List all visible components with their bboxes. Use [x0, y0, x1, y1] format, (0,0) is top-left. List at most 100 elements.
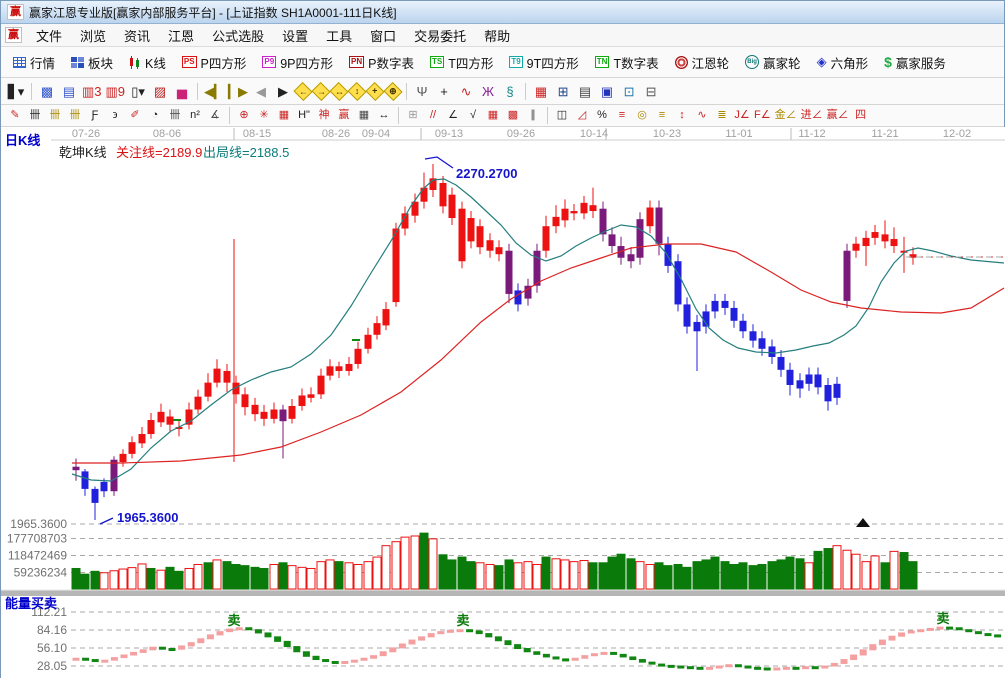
expand-h-button[interactable]: ↔: [329, 81, 348, 100]
period-select-button[interactable]: ▋▾: [5, 81, 27, 101]
page-back-button[interactable]: ◀: [250, 81, 272, 101]
gann-grid-button[interactable]: ▦: [274, 107, 294, 124]
volume-bar-down: [91, 571, 99, 589]
crosshair-button[interactable]: +: [433, 81, 455, 101]
first-page-button[interactable]: ◀▎: [202, 81, 226, 101]
fractal-tool-button[interactable]: §: [499, 81, 521, 101]
chart-3-button[interactable]: ▥3: [80, 81, 104, 101]
chart-9-button[interactable]: ▥9: [104, 81, 128, 101]
menu-item-3[interactable]: 江恩: [159, 26, 203, 45]
menu-item-7[interactable]: 窗口: [361, 26, 405, 45]
grid-123-button[interactable]: ▦: [354, 107, 374, 124]
sectors-button[interactable]: 板块: [63, 50, 121, 75]
gann-wheel-button[interactable]: 江恩轮: [667, 50, 738, 75]
menu-item-4[interactable]: 公式选股: [203, 26, 273, 45]
gold-lines-2-button[interactable]: ≣: [712, 107, 732, 124]
save-button[interactable]: ▣: [596, 81, 618, 101]
kline-chart[interactable]: 07-2608-0608-1508-2609-0409-1309-2610-14…: [1, 127, 1005, 679]
check-wave-button[interactable]: √: [463, 107, 483, 124]
candle-brush-button[interactable]: ↕: [672, 107, 692, 124]
9p-square-button[interactable]: P99P四方形: [254, 50, 341, 75]
gold-angle-button[interactable]: 金∠: [773, 107, 799, 124]
9t-square-button[interactable]: T99T四方形: [501, 50, 586, 75]
info-panel-button[interactable]: ▤: [58, 81, 80, 101]
comb-button[interactable]: 卌: [25, 107, 45, 124]
shift-right-button[interactable]: →: [311, 81, 330, 100]
percent-button[interactable]: %: [592, 107, 612, 124]
draw-brush-button[interactable]: ✎: [5, 107, 25, 124]
kline-button[interactable]: K线: [121, 50, 174, 75]
stats-bars-button[interactable]: ◫: [552, 107, 572, 124]
fan-lines-button[interactable]: //: [423, 107, 443, 124]
volume-profile-button[interactable]: ▅: [171, 81, 193, 101]
gann-circle-button[interactable]: ⊕: [234, 107, 254, 124]
kline-tab[interactable]: 日K线: [5, 130, 40, 149]
comb-gold-2-button[interactable]: 卌: [65, 107, 85, 124]
j-angle-button[interactable]: J∠: [732, 107, 752, 124]
expand-v-button[interactable]: ↕: [347, 81, 366, 100]
gann-draw-button[interactable]: Ж: [477, 81, 499, 101]
window-box-button[interactable]: ⊞: [403, 107, 423, 124]
comb-2-button[interactable]: 卌: [165, 107, 185, 124]
menu-item-0[interactable]: 文件: [27, 26, 71, 45]
network-button[interactable]: ⊡: [618, 81, 640, 101]
candle-style-button[interactable]: ▯▾: [127, 81, 149, 101]
p-square-button[interactable]: PSP四方形: [174, 50, 255, 75]
transport-button[interactable]: ⊟: [640, 81, 662, 101]
brush-2-button[interactable]: ✐: [125, 107, 145, 124]
gold-lines-button[interactable]: ≡: [652, 107, 672, 124]
gold-circle-button[interactable]: ◎: [632, 107, 652, 124]
last-page-button[interactable]: ▎▶: [226, 81, 250, 101]
calendar-button[interactable]: ▦: [530, 81, 552, 101]
angle-tool-button[interactable]: ∡: [205, 107, 225, 124]
trend-tool-button[interactable]: ∿: [455, 81, 477, 101]
comb-gold-button[interactable]: 卌: [45, 107, 65, 124]
comb-f-button[interactable]: Ƒ: [85, 107, 105, 124]
menu-item-9[interactable]: 帮助: [475, 26, 519, 45]
n-squared-button[interactable]: n²: [185, 107, 205, 124]
osc-bar: [524, 649, 530, 652]
p-number-table-button[interactable]: PNP数字表: [341, 50, 422, 75]
zoom-pattern-button[interactable]: ▩: [36, 81, 58, 101]
calculator-button[interactable]: ⊞: [552, 81, 574, 101]
menu-item-1[interactable]: 浏览: [71, 26, 115, 45]
gann-star-button[interactable]: ✳: [254, 107, 274, 124]
menu-item-5[interactable]: 设置: [273, 26, 317, 45]
angle-lines-button[interactable]: ∠: [443, 107, 463, 124]
center-view-button[interactable]: ⊕: [383, 81, 402, 100]
measure-h-button[interactable]: ↔: [374, 107, 394, 124]
grid-red-1-button[interactable]: ▦: [483, 107, 503, 124]
winner-service-button[interactable]: $赢家服务: [876, 50, 954, 75]
notes-button[interactable]: ▤: [574, 81, 596, 101]
menu-item-8[interactable]: 交易委托: [405, 26, 475, 45]
cycle-clock-button[interactable]: ◔: [145, 107, 165, 124]
t-number-table-button[interactable]: TNT数字表: [587, 50, 667, 75]
percent-lines-button[interactable]: ≡: [612, 107, 632, 124]
wave-marker-button[interactable]: Η": [294, 107, 314, 124]
menu-item-2[interactable]: 资讯: [115, 26, 159, 45]
menu-item-6[interactable]: 工具: [317, 26, 361, 45]
t-square-button[interactable]: TST四方形: [422, 50, 501, 75]
title-bar[interactable]: 赢 赢家江恩专业版[赢家内部服务平台] - [上证指数 SH1A0001-111…: [1, 1, 1004, 24]
jin-angle-button[interactable]: 进∠: [799, 107, 825, 124]
pan-hand-button[interactable]: Ψ: [411, 81, 433, 101]
percent-trend-button[interactable]: ◿: [572, 107, 592, 124]
pattern-box-button[interactable]: ▨: [149, 81, 171, 101]
hexagon-button[interactable]: ◈六角形: [809, 50, 877, 75]
osc-bar: [764, 668, 770, 670]
quotes-button[interactable]: 行情: [5, 50, 63, 75]
grid-red-2-button[interactable]: ▩: [503, 107, 523, 124]
volume-bar-up: [561, 560, 569, 589]
ying-tool-button[interactable]: 赢: [334, 107, 354, 124]
zoom-all-button[interactable]: +: [365, 81, 384, 100]
page-forward-button[interactable]: ▶: [272, 81, 294, 101]
parallel-lines-button[interactable]: ∥: [523, 107, 543, 124]
si-tool-button[interactable]: 四: [851, 107, 871, 124]
wave-red-button[interactable]: ∿: [692, 107, 712, 124]
shen-tool-button[interactable]: 神: [314, 107, 334, 124]
ying-angle-button[interactable]: 赢∠: [825, 107, 851, 124]
shift-left-button[interactable]: ←: [293, 81, 312, 100]
f-angle-button[interactable]: F∠: [752, 107, 773, 124]
spiral-button[interactable]: ϶: [105, 107, 125, 124]
winner-wheel-button[interactable]: Big赢家轮: [737, 50, 809, 75]
